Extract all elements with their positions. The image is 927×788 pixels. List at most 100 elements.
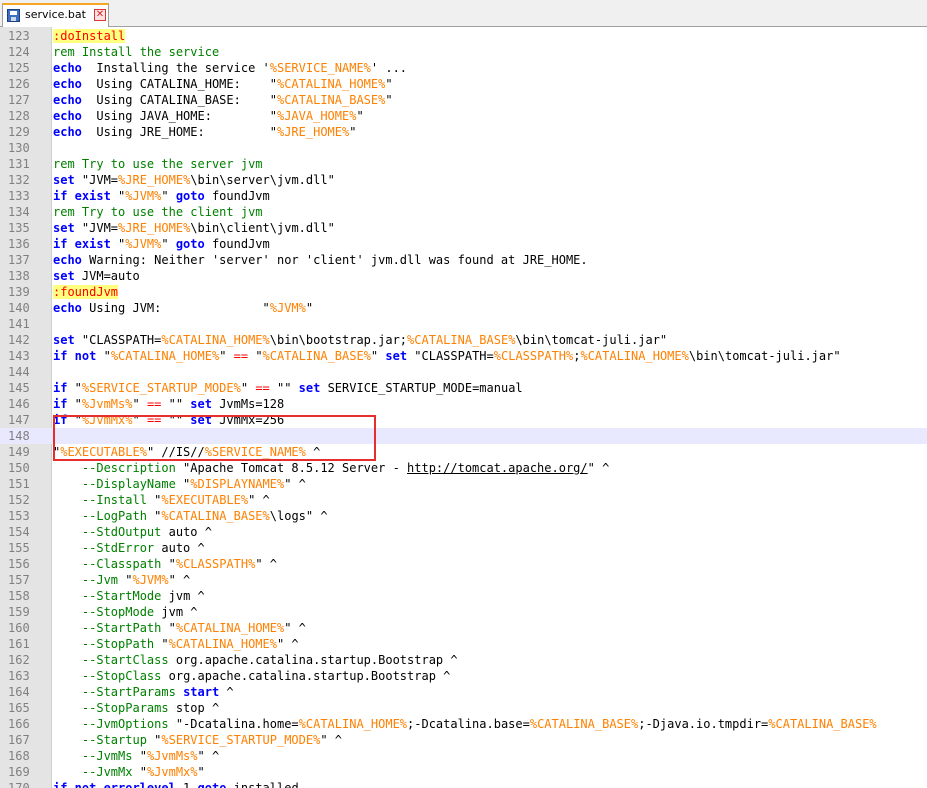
code-token: " <box>96 349 111 363</box>
code-token: " ^ <box>587 461 610 475</box>
code-editor[interactable]: 123:doInstall 124 rem Install the service 1… <box>0 27 927 788</box>
code-token: == <box>146 397 162 411</box>
code-text: --Startup "%SERVICE_STARTUP_MODE%" ^ <box>53 732 342 748</box>
code-text: echo Using JAVA_HOME: "%JAVA_HOME%" <box>53 108 364 124</box>
code-line[interactable]: 162 --StartClass org.apache.catalina.sta… <box>0 652 927 668</box>
code-text: --StartParams start ^ <box>53 684 234 700</box>
code-line[interactable]: 130 <box>0 140 927 156</box>
code-line[interactable]: 169 --JvmMx "%JvmMx%" <box>0 764 927 780</box>
line-number: 142 <box>8 333 30 347</box>
code-token: \bin\bootstrap.jar; <box>269 333 408 347</box>
code-token: set <box>53 221 75 235</box>
code-token: SERVICE_STARTUP_MODE=manual <box>320 381 523 395</box>
code-token: org.apache.catalina.startup.Bootstrap ^ <box>161 669 451 683</box>
code-token: %CATALINA_HOME% <box>161 333 270 347</box>
line-number: 125 <box>8 61 30 75</box>
code-line[interactable]: 151 --DisplayName "%DISPLAYNAME%" ^ <box>0 476 927 492</box>
code-line[interactable]: 159 --StopMode jvm ^ <box>0 604 927 620</box>
code-line[interactable]: 165 --StopParams stop ^ <box>0 700 927 716</box>
code-line[interactable]: 135 set "JVM=%JRE_HOME%\bin\client\jvm.dl… <box>0 220 927 236</box>
code-token: if not errorlevel <box>53 781 176 788</box>
code-text: --JvmMs "%JvmMs%" ^ <box>53 748 219 764</box>
code-text: set "JVM=%JRE_HOME%\bin\server\jvm.dll" <box>53 172 335 188</box>
line-number: 127 <box>8 93 30 107</box>
code-text: --StdOutput auto ^ <box>53 524 212 540</box>
code-line[interactable]: 141 <box>0 316 927 332</box>
line-number: 145 <box>8 381 30 395</box>
code-token: %JAVA_HOME% <box>276 109 357 123</box>
line-number: 138 <box>8 269 30 283</box>
code-line[interactable]: 144 <box>0 364 927 380</box>
code-token: rem Install the service <box>53 45 220 59</box>
code-token: %CATALINA_BASE% <box>529 717 639 731</box>
code-line[interactable]: 164 --StartParams start ^ <box>0 684 927 700</box>
code-line[interactable]: 160 --StartPath "%CATALINA_HOME%" ^ <box>0 620 927 636</box>
line-number: 143 <box>8 349 30 363</box>
code-line[interactable]: 128 echo Using JAVA_HOME: "%JAVA_HOME%" <box>0 108 927 124</box>
code-token[interactable]: http://tomcat.apache.org/ <box>407 461 588 475</box>
code-token: \bin\tomcat-juli.jar" <box>688 349 841 363</box>
line-number: 128 <box>8 109 30 123</box>
code-token: echo <box>53 61 82 75</box>
code-line[interactable]: 157 --Jvm "%JVM%" ^ <box>0 572 927 588</box>
tab-service-bat[interactable]: service.bat ✕ <box>2 3 109 27</box>
code-line[interactable]: 123:doInstall <box>0 28 927 44</box>
code-token: %JVM% <box>269 301 306 315</box>
code-line[interactable]: 146 if "%JvmMs%" == "" set JvmMs=128 <box>0 396 927 412</box>
code-line[interactable]: 158 --StartMode jvm ^ <box>0 588 927 604</box>
line-number: 150 <box>8 461 30 475</box>
code-line[interactable]: 155 --StdError auto ^ <box>0 540 927 556</box>
code-line[interactable]: 161 --StopPath "%CATALINA_HOME%" ^ <box>0 636 927 652</box>
code-line[interactable]: 131 rem Try to use the server jvm <box>0 156 927 172</box>
code-token: " <box>385 93 393 107</box>
code-token: "Apache Tomcat 8.5.12 Server - <box>175 461 408 475</box>
code-line[interactable]: 163 --StopClass org.apache.catalina.star… <box>0 668 927 684</box>
code-token: Using JAVA_HOME: " <box>81 109 277 123</box>
code-line[interactable]: 166 --JvmOptions "-Dcatalina.home=%CATAL… <box>0 716 927 732</box>
code-text: rem Install the service <box>53 44 219 60</box>
code-line[interactable]: 126 echo Using CATALINA_HOME: "%CATALINA_… <box>0 76 927 92</box>
code-line[interactable]: 170 if not errorlevel 1 goto installed <box>0 780 927 788</box>
code-token: "JVM= <box>74 221 119 235</box>
code-line[interactable]: 134 rem Try to use the client jvm <box>0 204 927 220</box>
code-line[interactable]: 136 if exist "%JVM%" goto foundJvm <box>0 236 927 252</box>
code-line[interactable]: 143 if not "%CATALINA_HOME%" == "%CATALIN… <box>0 348 927 364</box>
code-line[interactable]: 150 --Description "Apache Tomcat 8.5.12 … <box>0 460 927 476</box>
close-icon[interactable]: ✕ <box>94 9 106 21</box>
code-line[interactable]: 140 echo Using JVM: "%JVM%" <box>0 300 927 316</box>
code-line[interactable]: 139:foundJvm <box>0 284 927 300</box>
code-line[interactable]: 168 --JvmMs "%JvmMs%" ^ <box>0 748 927 764</box>
code-token: " ^ <box>320 733 343 747</box>
code-token: " <box>248 349 263 363</box>
code-token: --DisplayName <box>81 477 176 491</box>
code-token: echo <box>53 301 82 315</box>
code-line[interactable]: 152 --Install "%EXECUTABLE%" ^ <box>0 492 927 508</box>
code-line[interactable]: 129 echo Using JRE_HOME: "%JRE_HOME%" <box>0 124 927 140</box>
code-line[interactable]: 145 if "%SERVICE_STARTUP_MODE%" == "" set… <box>0 380 927 396</box>
code-line[interactable]: 137 echo Warning: Neither 'server' nor 'c… <box>0 252 927 268</box>
code-text: --StopMode jvm ^ <box>53 604 198 620</box>
code-token: " <box>146 509 162 523</box>
code-line[interactable]: 142 set "CLASSPATH=%CATALINA_HOME%\bin\bo… <box>0 332 927 348</box>
code-text: echo Installing the service '%SERVICE_NA… <box>53 60 407 76</box>
code-line[interactable]: 133 if exist "%JVM%" goto foundJvm <box>0 188 927 204</box>
code-line[interactable]: 156 --Classpath "%CLASSPATH%" ^ <box>0 556 927 572</box>
code-token: " <box>175 477 191 491</box>
code-token: --StartMode <box>81 589 162 603</box>
code-line[interactable]: 167 --Startup "%SERVICE_STARTUP_MODE%" ^ <box>0 732 927 748</box>
code-line[interactable]: 153 --LogPath "%CATALINA_BASE%\logs" ^ <box>0 508 927 524</box>
code-line[interactable]: 154 --StdOutput auto ^ <box>0 524 927 540</box>
code-line[interactable]: 138 set JVM=auto <box>0 268 927 284</box>
line-number: 148 <box>8 429 30 443</box>
code-token: --Install <box>81 493 147 507</box>
code-token: --StdError <box>81 541 155 555</box>
code-line[interactable]: 125 echo Installing the service '%SERVICE… <box>0 60 927 76</box>
code-line[interactable]: 124 rem Install the service <box>0 44 927 60</box>
code-line[interactable]: 127 echo Using CATALINA_BASE: "%CATALINA_… <box>0 92 927 108</box>
code-token: %JvmMs% <box>81 397 133 411</box>
code-line[interactable]: 132 set "JVM=%JRE_HOME%\bin\server\jvm.dl… <box>0 172 927 188</box>
code-token: --StopPath <box>81 637 155 651</box>
